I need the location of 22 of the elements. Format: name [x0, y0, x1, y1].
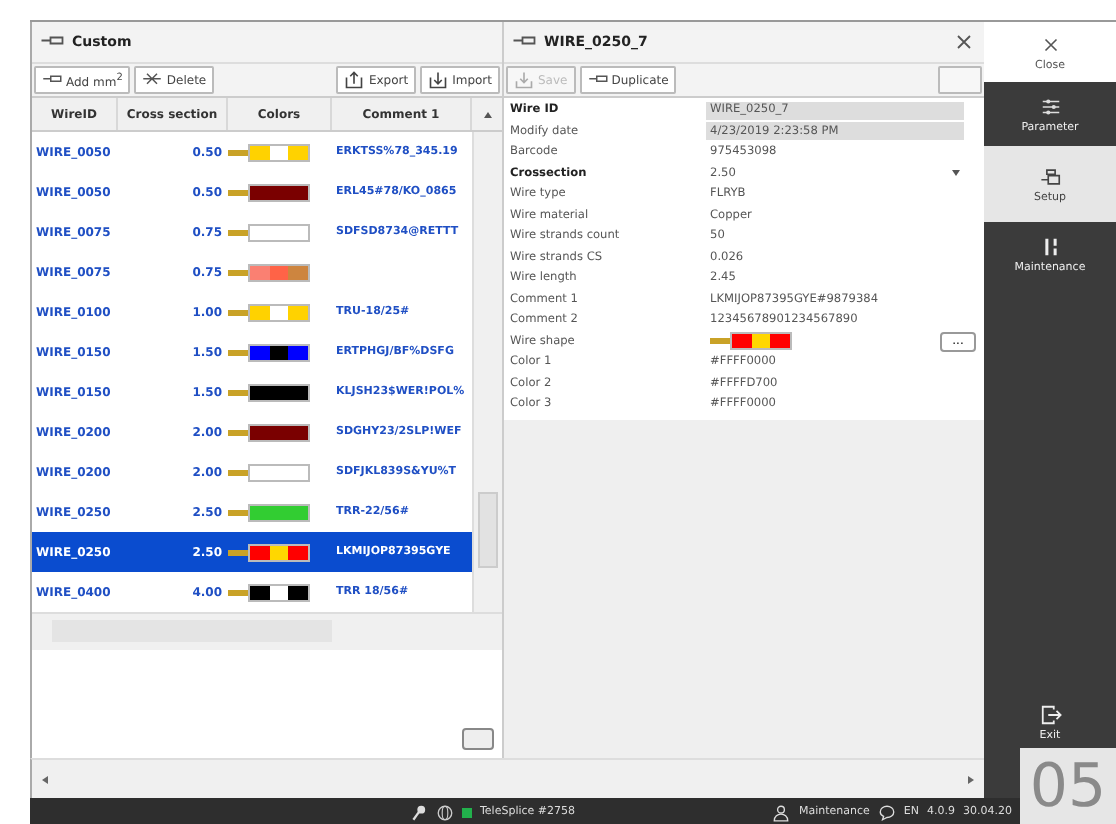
keyboard-button[interactable] [462, 728, 494, 750]
sliders-icon [1039, 95, 1061, 117]
page-number: 05 [1020, 748, 1116, 824]
chat-icon [877, 803, 896, 821]
caret-icon [952, 170, 960, 177]
close-button[interactable] [952, 30, 976, 54]
wire-icon [1039, 165, 1061, 187]
scrollbar[interactable] [32, 612, 502, 650]
user-icon [772, 803, 791, 821]
scrollbar[interactable] [30, 758, 984, 798]
scrollbar[interactable] [472, 132, 502, 612]
export-icon [344, 70, 365, 90]
exit-icon [1039, 703, 1061, 725]
close-icon [952, 30, 976, 54]
toolbar-button[interactable] [938, 66, 982, 94]
delete-icon [142, 70, 163, 90]
globe-icon [436, 803, 454, 821]
pin-icon [410, 803, 428, 821]
scroll-up-button[interactable] [483, 111, 491, 117]
close-icon [1039, 33, 1061, 55]
import-icon [428, 70, 449, 90]
download-icon [514, 70, 534, 90]
